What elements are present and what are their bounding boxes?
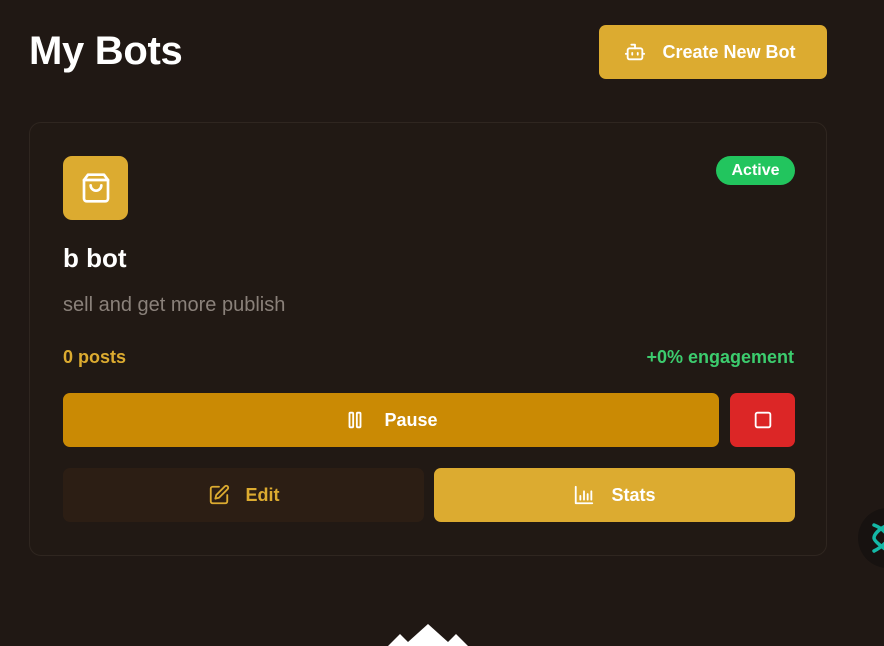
- page-title: My Bots: [29, 29, 183, 73]
- shopping-bag-icon: [82, 173, 109, 203]
- stop-icon: [754, 411, 771, 429]
- bot-name: b bot: [63, 243, 127, 273]
- stats-label: Stats: [611, 484, 656, 505]
- crown-logo-icon: [388, 624, 468, 646]
- edit-button[interactable]: Edit: [63, 468, 424, 522]
- create-new-bot-button[interactable]: Create New Bot: [599, 25, 827, 79]
- stop-button[interactable]: [730, 393, 795, 447]
- engagement-stat: +0% engagement: [646, 347, 794, 367]
- bot-description: sell and get more publish: [63, 294, 286, 316]
- edit-icon: [209, 484, 229, 505]
- pause-label: Pause: [384, 409, 438, 430]
- edit-label: Edit: [245, 484, 280, 505]
- bot-icon: [625, 43, 646, 61]
- bot-avatar: [63, 156, 128, 220]
- bot-card: Active b bot sell and get more publish 0…: [29, 122, 827, 556]
- bar-chart-icon: [575, 485, 594, 505]
- chat-widget-icon: [872, 523, 884, 553]
- create-new-bot-label: Create New Bot: [662, 41, 796, 62]
- status-badge: Active: [716, 156, 795, 185]
- stats-button[interactable]: Stats: [434, 468, 795, 522]
- pause-icon: [349, 411, 362, 429]
- floating-chat-button[interactable]: [858, 508, 884, 568]
- page: My Bots Create New Bot Active b bot sell…: [0, 0, 884, 646]
- pause-button[interactable]: Pause: [63, 393, 719, 447]
- posts-count: 0 posts: [63, 347, 127, 367]
